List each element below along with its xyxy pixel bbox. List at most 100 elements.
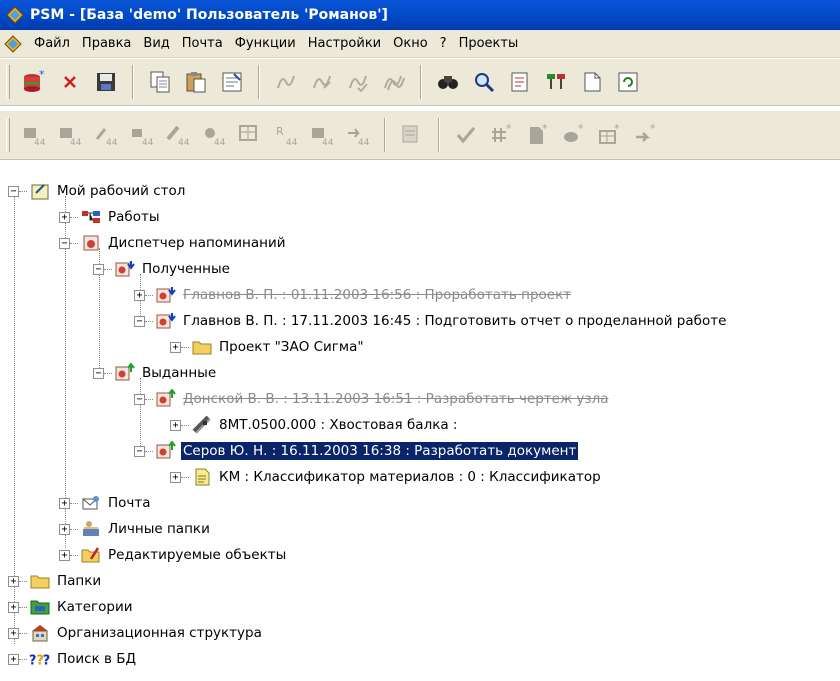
menu-app-icon[interactable] bbox=[4, 34, 22, 53]
tree-node-categories[interactable]: + Категории bbox=[8, 594, 135, 620]
new-link-icon[interactable]: * bbox=[631, 120, 661, 150]
collapse-button[interactable]: − bbox=[134, 445, 145, 457]
new-item-icon[interactable]: * bbox=[559, 120, 589, 150]
check-icon[interactable] bbox=[451, 120, 481, 150]
expand-button[interactable]: + bbox=[8, 653, 19, 665]
tree-node-personal[interactable]: + Личные папки bbox=[59, 516, 212, 542]
classifier-icon bbox=[191, 467, 213, 487]
desktop-icon bbox=[29, 181, 51, 201]
tree-node-assembly[interactable]: + 8МТ.0500.000 : Хвостовая балка : bbox=[170, 412, 459, 438]
menu-file[interactable]: Файл bbox=[28, 36, 76, 51]
tree-label: Проект "ЗАО Сигма" bbox=[219, 339, 364, 355]
toolbar-separator bbox=[420, 65, 422, 99]
tree-node-mail[interactable]: + Почта bbox=[59, 490, 153, 516]
svg-text:44: 44 bbox=[358, 138, 370, 147]
document-icon[interactable] bbox=[577, 67, 607, 97]
organization-icon bbox=[29, 623, 51, 643]
tree-node-issued-1[interactable]: − Донской В. В. : 13.11.2003 16:51 : Раз… bbox=[134, 386, 611, 412]
tree-node-received-1[interactable]: + Главнов В. П. : 01.11.2003 16:56 : Про… bbox=[134, 282, 573, 308]
find-icon[interactable] bbox=[433, 67, 463, 97]
new-db-icon[interactable]: * bbox=[19, 67, 49, 97]
menu-settings[interactable]: Настройки bbox=[302, 36, 387, 51]
tree-node-project[interactable]: + Проект "ЗАО Сигма" bbox=[170, 334, 366, 360]
tree-icon[interactable] bbox=[541, 67, 571, 97]
svg-text:*: * bbox=[614, 122, 620, 135]
collapse-button[interactable]: − bbox=[134, 393, 145, 405]
save-icon[interactable] bbox=[91, 67, 121, 97]
notes-icon[interactable] bbox=[505, 67, 535, 97]
find-c-icon[interactable]: 44 bbox=[91, 120, 121, 150]
tree-node-org[interactable]: + Организационная структура bbox=[8, 620, 264, 646]
expand-button[interactable]: + bbox=[170, 471, 181, 483]
app-icon bbox=[6, 6, 24, 24]
find-b-icon[interactable]: 44 bbox=[55, 120, 85, 150]
tree-node-classifier[interactable]: + КМ : Классификатор материалов : 0 : Кл… bbox=[170, 464, 603, 490]
find-a-icon[interactable]: 44 bbox=[19, 120, 49, 150]
route-icon[interactable] bbox=[271, 67, 301, 97]
toolbar-grip[interactable] bbox=[6, 65, 10, 99]
tree-node-works[interactable]: + Работы bbox=[59, 204, 162, 230]
new-doc-icon[interactable]: * bbox=[523, 120, 553, 150]
find-i-icon[interactable]: 44 bbox=[307, 120, 337, 150]
expand-button[interactable]: + bbox=[59, 549, 70, 561]
svg-text:?: ? bbox=[43, 654, 50, 669]
expand-button[interactable]: + bbox=[8, 575, 19, 587]
menu-projects[interactable]: Проекты bbox=[453, 36, 525, 51]
find-e-icon[interactable]: 44 bbox=[163, 120, 193, 150]
svg-text:44: 44 bbox=[142, 138, 154, 147]
tree-node-issued-2[interactable]: − Серов Ю. Н. : 16.11.2003 16:38 : Разра… bbox=[134, 438, 579, 464]
menu-help[interactable]: ? bbox=[434, 36, 453, 51]
tree-node-desktop[interactable]: − Мой рабочий стол bbox=[8, 178, 187, 204]
tree-node-received-2[interactable]: − Главнов В. П. : 17.11.2003 16:45 : Под… bbox=[134, 308, 728, 334]
tree-node-issued[interactable]: − Выданные bbox=[93, 360, 218, 386]
secondary-toolbar: 44 44 44 44 44 44 R 44 44 44 * * * * * bbox=[0, 110, 840, 160]
menu-functions[interactable]: Функции bbox=[229, 36, 302, 51]
expand-button[interactable]: + bbox=[134, 289, 145, 301]
copy-icon[interactable] bbox=[145, 67, 175, 97]
find-f-icon[interactable]: 44 bbox=[199, 120, 229, 150]
expand-button[interactable]: + bbox=[170, 419, 181, 431]
collapse-button[interactable]: − bbox=[93, 263, 104, 275]
tree-node-editable[interactable]: + Редактируемые объекты bbox=[59, 542, 288, 568]
delete-icon[interactable] bbox=[55, 67, 85, 97]
issued-icon bbox=[155, 389, 177, 409]
svg-text:*: * bbox=[650, 122, 656, 135]
paste-icon[interactable] bbox=[181, 67, 211, 97]
new-table-icon[interactable]: * bbox=[595, 120, 625, 150]
tree-node-search[interactable]: + ??? Поиск в БД bbox=[8, 646, 138, 672]
collapse-button[interactable]: − bbox=[8, 185, 19, 197]
route-multi-icon[interactable] bbox=[379, 67, 409, 97]
expand-button[interactable]: + bbox=[59, 497, 70, 509]
find-k-icon[interactable] bbox=[397, 120, 427, 150]
expand-button[interactable]: + bbox=[170, 341, 181, 353]
refresh-icon[interactable] bbox=[613, 67, 643, 97]
find-d-icon[interactable]: 44 bbox=[127, 120, 157, 150]
find-h-icon[interactable]: R 44 bbox=[271, 120, 301, 150]
tree-label: Полученные bbox=[142, 261, 230, 277]
tree-node-reminders[interactable]: − Диспетчер напоминаний bbox=[59, 230, 288, 256]
collapse-button[interactable]: − bbox=[59, 237, 70, 249]
received-icon bbox=[155, 311, 177, 331]
expand-button[interactable]: + bbox=[8, 627, 19, 639]
route-check-icon[interactable] bbox=[343, 67, 373, 97]
route-edit-icon[interactable] bbox=[307, 67, 337, 97]
menu-window[interactable]: Окно bbox=[387, 36, 434, 51]
tree-label: Мой рабочий стол bbox=[57, 183, 186, 199]
expand-button[interactable]: + bbox=[59, 523, 70, 535]
expand-button[interactable]: + bbox=[8, 601, 19, 613]
find-g-icon[interactable] bbox=[235, 120, 265, 150]
search-icon[interactable] bbox=[469, 67, 499, 97]
expand-button[interactable]: + bbox=[59, 211, 70, 223]
menu-bar: Файл Правка Вид Почта Функции Настройки … bbox=[0, 30, 840, 58]
properties-icon[interactable] bbox=[217, 67, 247, 97]
menu-edit[interactable]: Правка bbox=[76, 36, 137, 51]
find-j-icon[interactable]: 44 bbox=[343, 120, 373, 150]
tree-node-folders[interactable]: + Папки bbox=[8, 568, 103, 594]
collapse-button[interactable]: − bbox=[134, 315, 145, 327]
menu-view[interactable]: Вид bbox=[137, 36, 175, 51]
menu-mail[interactable]: Почта bbox=[176, 36, 229, 51]
new-object-icon[interactable]: * bbox=[487, 120, 517, 150]
collapse-button[interactable]: − bbox=[93, 367, 104, 379]
tree-node-received[interactable]: − Полученные bbox=[93, 256, 232, 282]
toolbar-grip[interactable] bbox=[6, 118, 10, 152]
